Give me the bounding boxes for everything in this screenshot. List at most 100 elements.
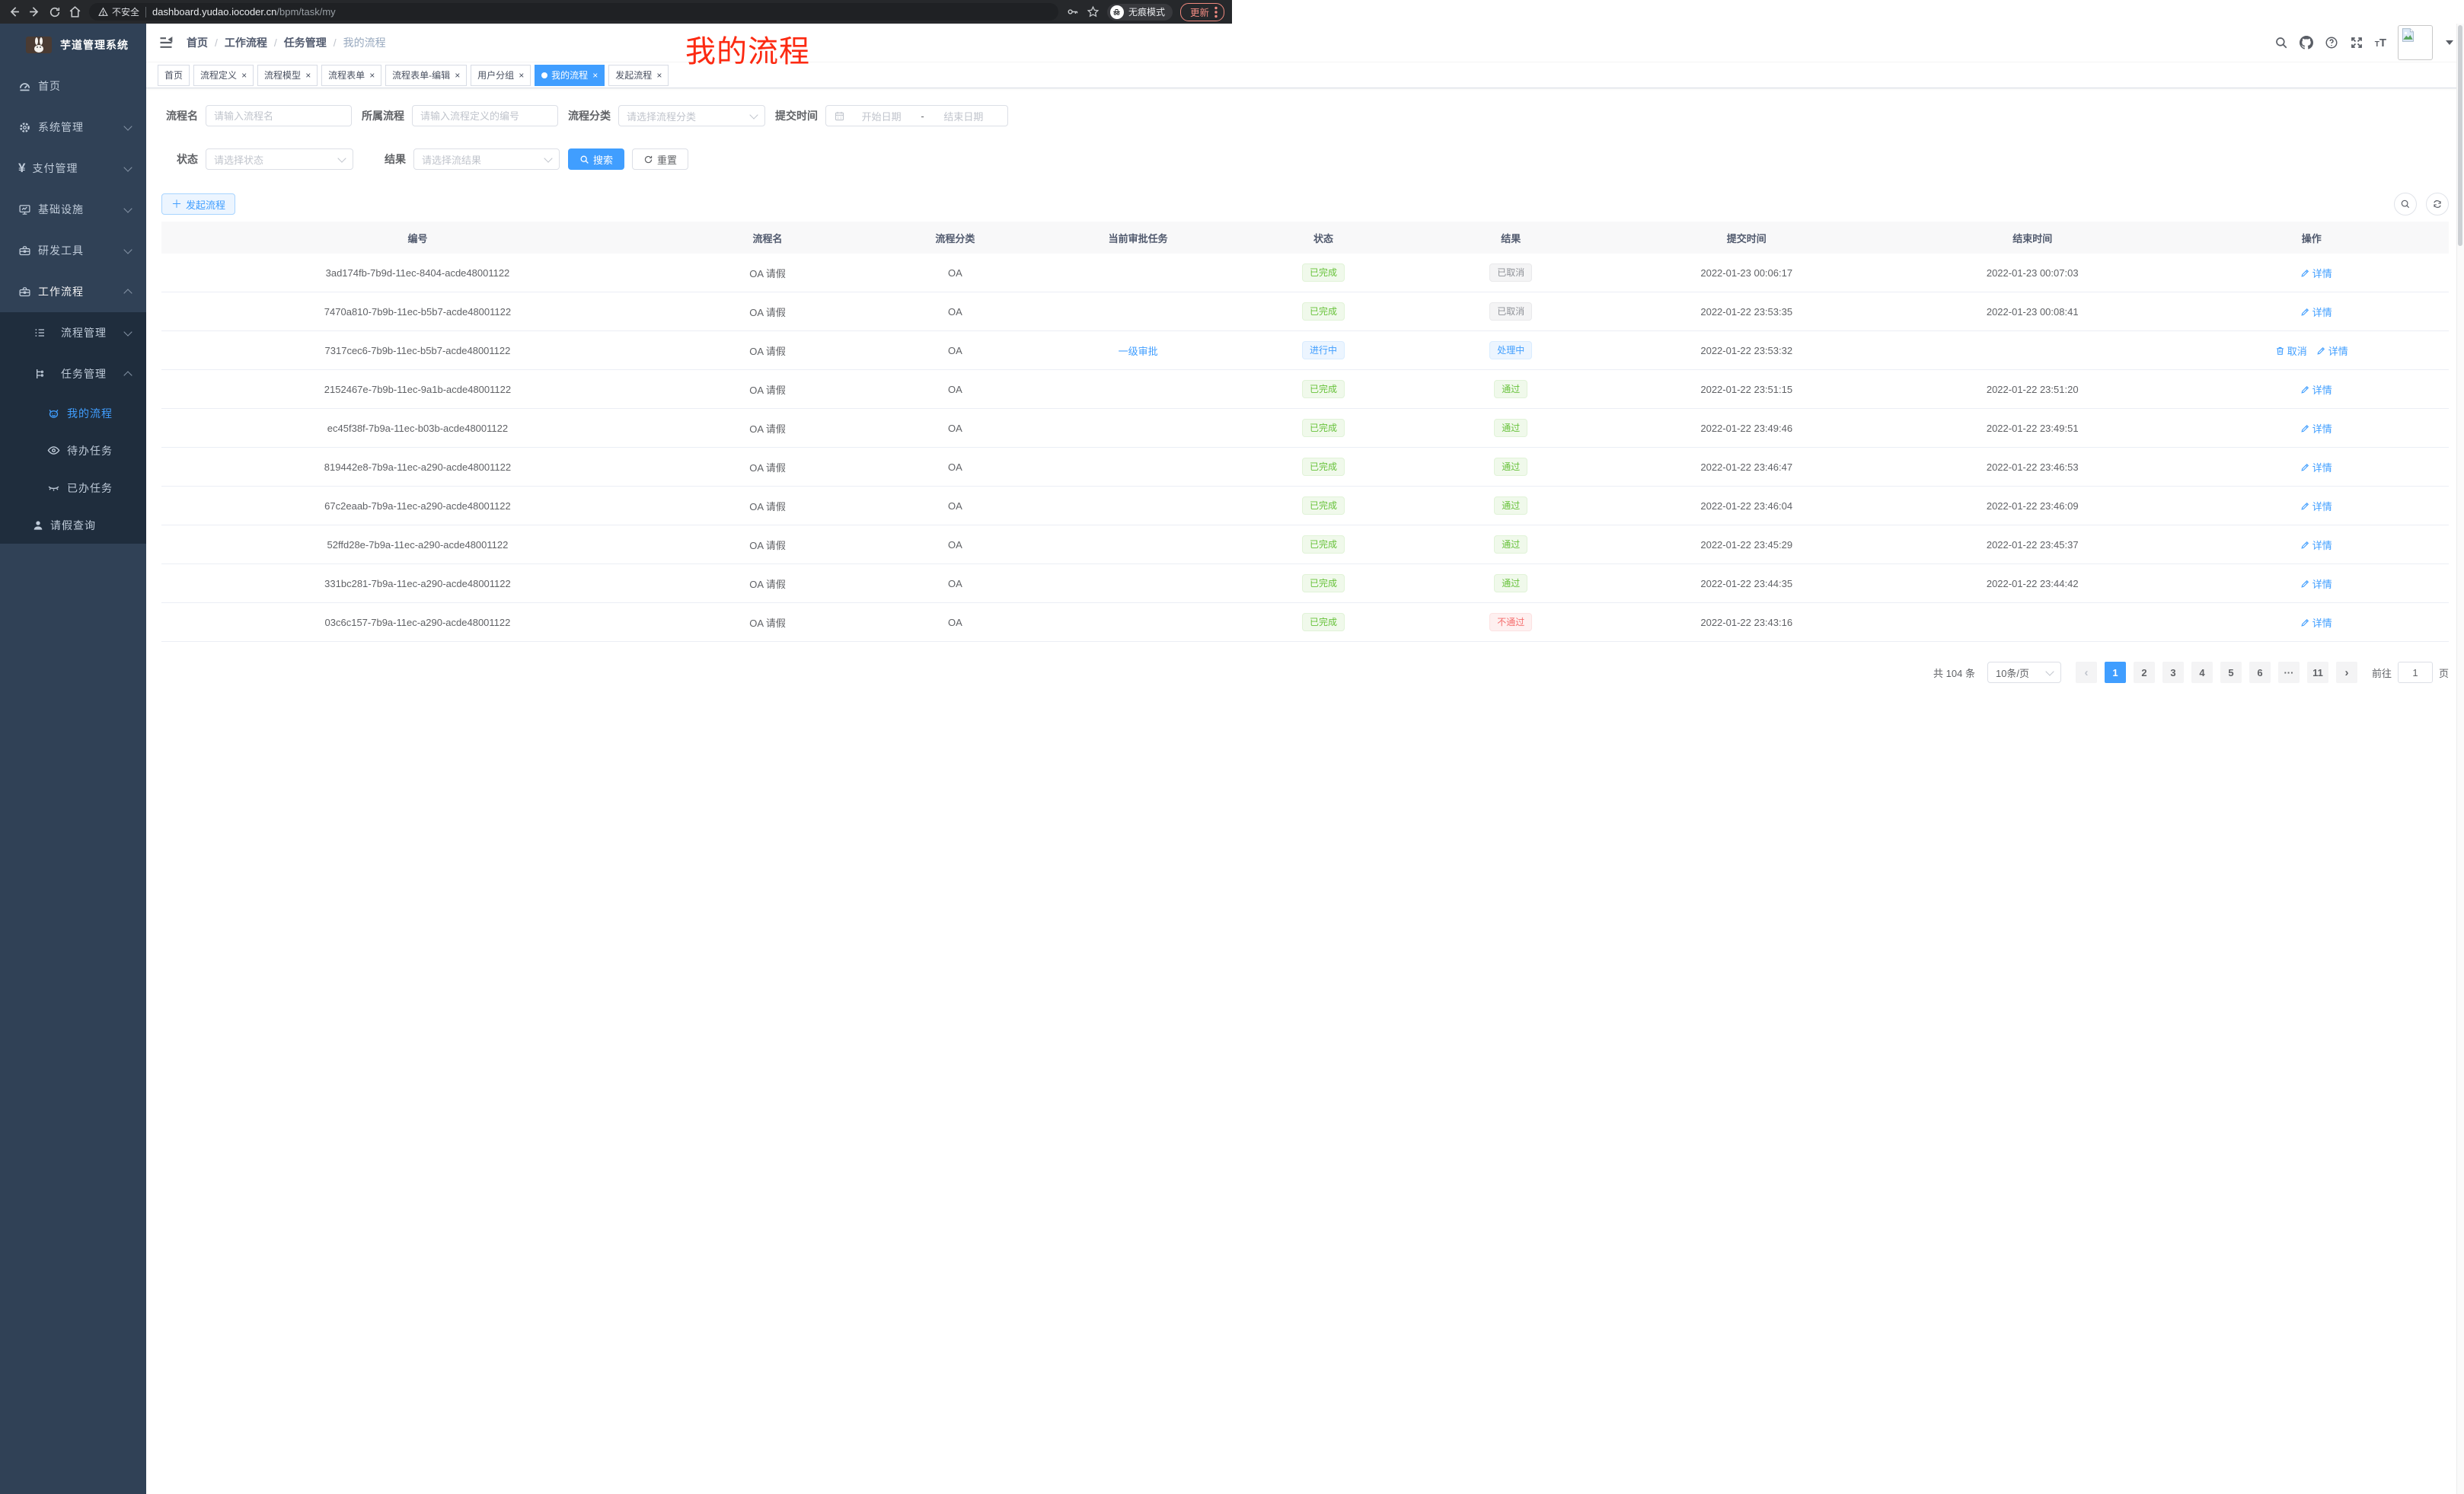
- back-icon[interactable]: [8, 5, 21, 18]
- avatar[interactable]: [2398, 25, 2433, 60]
- sidebar-item-leave-query[interactable]: 请假查询: [0, 506, 146, 544]
- search-toggle-button[interactable]: [2394, 193, 2417, 215]
- close-icon[interactable]: ×: [305, 71, 311, 80]
- tab-start-process[interactable]: 发起流程×: [608, 65, 669, 86]
- breadcrumb-home[interactable]: 首页: [187, 35, 208, 50]
- github-icon[interactable]: [2300, 36, 2313, 49]
- prev-page-button[interactable]: ‹: [2076, 662, 2097, 683]
- update-button[interactable]: 更新: [1180, 3, 1224, 21]
- detail-action[interactable]: 详情: [2300, 382, 2332, 397]
- category-select[interactable]: 请选择流程分类: [618, 105, 765, 126]
- page-scrollbar[interactable]: [2456, 24, 2464, 1494]
- close-icon[interactable]: ×: [369, 71, 375, 80]
- current-task-link[interactable]: 一级审批: [1119, 346, 1158, 357]
- reset-button[interactable]: 重置: [632, 148, 688, 170]
- status-tag: 进行中: [1302, 341, 1345, 359]
- sidebar-item-task-management[interactable]: 任务管理: [0, 353, 146, 394]
- page-button[interactable]: 5: [2220, 662, 2242, 683]
- sidebar-item-todo-tasks[interactable]: 待办任务: [0, 432, 146, 469]
- close-icon[interactable]: ×: [592, 71, 598, 80]
- search-button[interactable]: 搜索: [568, 148, 624, 170]
- sidebar-item-my-process[interactable]: 我的流程: [0, 394, 146, 432]
- page-button[interactable]: 4: [2191, 662, 2213, 683]
- column-header: 状态: [1227, 222, 1419, 254]
- sidebar-item-devtools[interactable]: 研发工具: [0, 230, 146, 271]
- sidebar-item-payment[interactable]: ¥ 支付管理: [0, 148, 146, 189]
- detail-action[interactable]: 详情: [2300, 538, 2332, 552]
- hamburger-fold-icon[interactable]: [158, 35, 174, 50]
- fullscreen-icon[interactable]: [2350, 36, 2363, 49]
- process-name-input[interactable]: [206, 105, 352, 126]
- detail-action[interactable]: 详情: [2300, 615, 2332, 630]
- page-size-select[interactable]: 10条/页: [1987, 662, 2061, 683]
- start-process-button[interactable]: ＋ 发起流程: [161, 193, 235, 215]
- divider: [145, 7, 146, 18]
- breadcrumb-workflow[interactable]: 工作流程: [225, 35, 267, 50]
- sidebar-item-workflow[interactable]: 工作流程: [0, 271, 146, 312]
- address-bar[interactable]: 不安全 dashboard.yudao.iocoder.cn/bpm/task/…: [89, 3, 1058, 21]
- submit-time-range-picker[interactable]: 开始日期 - 结束日期: [825, 105, 1008, 126]
- detail-action[interactable]: 详情: [2300, 576, 2332, 591]
- table-toolbar: ＋ 发起流程: [161, 193, 2449, 215]
- close-icon[interactable]: ×: [656, 71, 662, 80]
- security-chip[interactable]: 不安全: [98, 5, 139, 18]
- detail-action[interactable]: 详情: [2300, 305, 2332, 319]
- page-button[interactable]: 2: [2134, 662, 2155, 683]
- sidebar-item-infrastructure[interactable]: 基础设施: [0, 189, 146, 230]
- cancel-action[interactable]: 取消: [2275, 343, 2307, 358]
- column-header: 提交时间: [1602, 222, 1891, 254]
- goto-page-input[interactable]: [2398, 662, 2433, 683]
- sidebar-item-done-tasks[interactable]: 已办任务: [0, 469, 146, 506]
- tab-my-process[interactable]: 我的流程×: [535, 65, 605, 86]
- edit-pencil-icon: [2300, 268, 2310, 278]
- parent-process-input[interactable]: [412, 105, 558, 126]
- page-button[interactable]: 3: [2162, 662, 2184, 683]
- key-icon[interactable]: [1066, 5, 1079, 18]
- caret-down-icon[interactable]: [2446, 40, 2453, 45]
- home-icon[interactable]: [69, 5, 81, 18]
- close-icon[interactable]: ×: [455, 71, 460, 80]
- detail-action[interactable]: 详情: [2316, 343, 2348, 358]
- more-pages-button[interactable]: ···: [2278, 662, 2300, 683]
- detail-action[interactable]: 详情: [2300, 499, 2332, 513]
- close-icon[interactable]: ×: [241, 71, 247, 80]
- close-icon[interactable]: ×: [519, 71, 524, 80]
- next-page-button[interactable]: ›: [2336, 662, 2357, 683]
- tab-process-form[interactable]: 流程表单×: [321, 65, 381, 86]
- refresh-button[interactable]: [2426, 193, 2449, 215]
- font-size-icon[interactable]: TT: [2375, 37, 2386, 49]
- sidebar-item-system[interactable]: 系统管理: [0, 107, 146, 148]
- result-select[interactable]: 请选择流结果: [413, 148, 560, 170]
- kebab-menu-icon[interactable]: [1214, 6, 1218, 18]
- detail-action[interactable]: 详情: [2300, 421, 2332, 436]
- help-icon[interactable]: [2325, 36, 2338, 49]
- tab-process-definition[interactable]: 流程定义×: [193, 65, 254, 86]
- breadcrumb-task-management[interactable]: 任务管理: [284, 35, 327, 50]
- search-icon[interactable]: [2274, 36, 2288, 49]
- status-tag: 已完成: [1302, 419, 1345, 437]
- chevron-up-icon: [123, 289, 132, 297]
- page-button[interactable]: 11: [2307, 662, 2328, 683]
- status-select[interactable]: 请选择状态: [206, 148, 353, 170]
- page-button[interactable]: 1: [2105, 662, 2126, 683]
- chevron-down-icon: [544, 154, 552, 162]
- page-button[interactable]: 6: [2249, 662, 2271, 683]
- tab-process-model[interactable]: 流程模型×: [257, 65, 318, 86]
- status-label: 状态: [161, 152, 198, 167]
- forward-icon[interactable]: [28, 5, 41, 18]
- browser-toolbar: 不安全 dashboard.yudao.iocoder.cn/bpm/task/…: [0, 0, 1232, 24]
- reload-icon[interactable]: [49, 6, 61, 18]
- column-header: 当前审批任务: [1049, 222, 1227, 254]
- sidebar-item-home[interactable]: 首页: [0, 65, 146, 107]
- bookmark-star-icon[interactable]: [1087, 5, 1100, 18]
- tab-user-group[interactable]: 用户分组×: [471, 65, 531, 86]
- scrollbar-thumb[interactable]: [2458, 25, 2462, 246]
- sidebar-item-process-management[interactable]: 流程管理: [0, 312, 146, 353]
- tab-home[interactable]: 首页×: [158, 65, 190, 86]
- detail-action[interactable]: 详情: [2300, 266, 2332, 280]
- table-row: 67c2eaab-7b9a-11ec-a290-acde48001122 OA …: [161, 487, 2449, 525]
- detail-action[interactable]: 详情: [2300, 460, 2332, 474]
- tab-process-form-edit[interactable]: 流程表单-编辑×: [385, 65, 467, 86]
- status-tag: 已完成: [1302, 380, 1345, 398]
- filter-row-2: 状态 请选择状态 结果 请选择流结果 搜索 重置: [161, 148, 2449, 170]
